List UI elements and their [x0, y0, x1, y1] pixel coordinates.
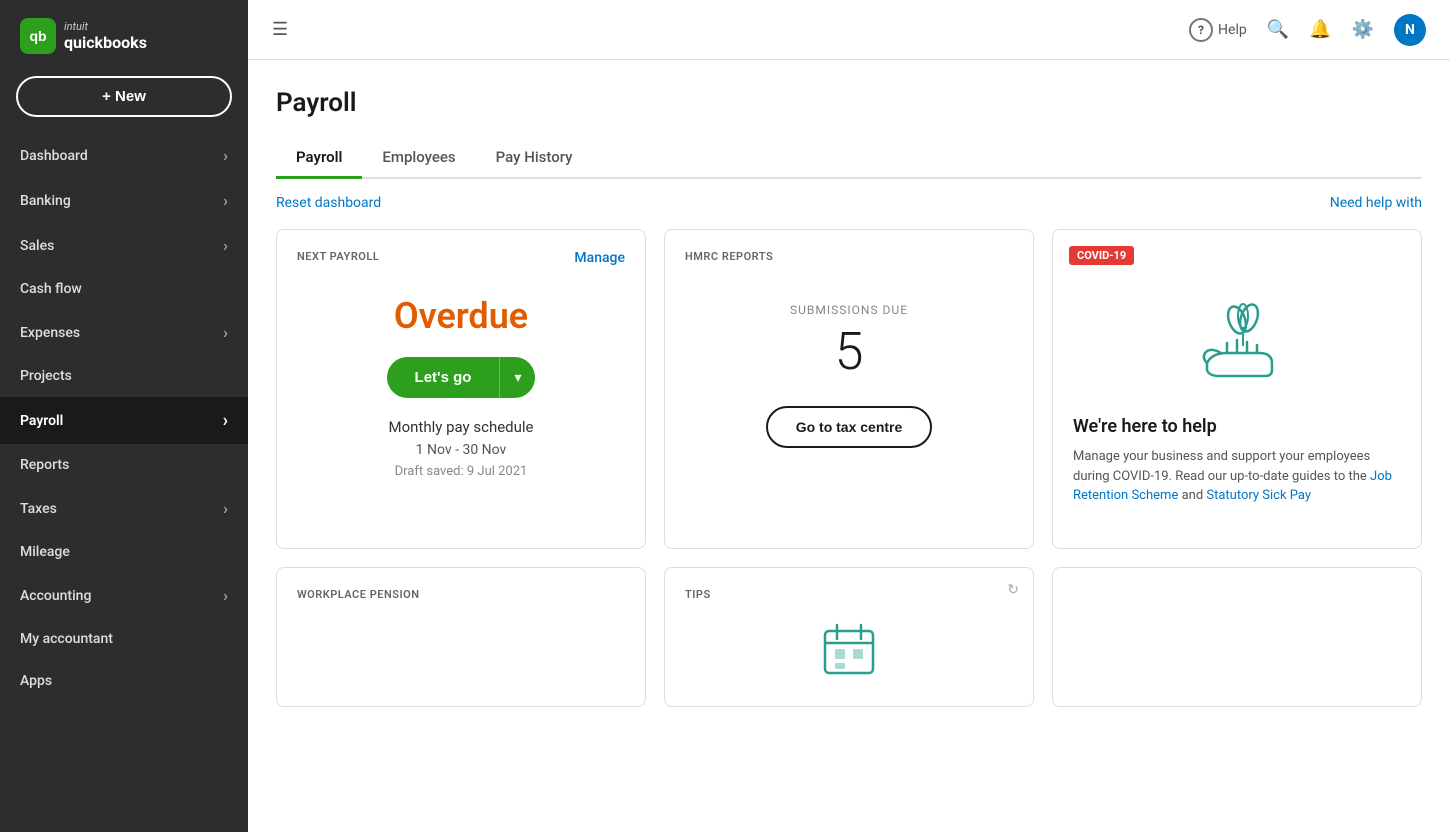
- cards-grid: NEXT PAYROLL Manage Overdue Let's go ▾ M…: [276, 229, 1422, 549]
- sidebar-item-taxes[interactable]: Taxes ›: [0, 486, 248, 531]
- covid-card: COVID-19: [1052, 229, 1422, 549]
- sidebar-item-label-accounting: Accounting: [20, 588, 91, 604]
- chevron-icon-payroll: ›: [223, 410, 228, 431]
- nav-items: Dashboard › Banking › Sales › Cash flow Expense…: [0, 133, 248, 702]
- pay-schedule-label: Monthly pay schedule: [297, 418, 625, 436]
- chevron-icon-taxes: ›: [223, 499, 228, 518]
- logo: qb intuit quickbooks: [0, 0, 248, 68]
- sidebar-item-accounting[interactable]: Accounting ›: [0, 573, 248, 618]
- sidebar-item-label-payroll: Payroll: [20, 413, 63, 429]
- manage-link[interactable]: Manage: [574, 250, 625, 266]
- next-payroll-card: NEXT PAYROLL Manage Overdue Let's go ▾ M…: [276, 229, 646, 549]
- sidebar-item-cashflow[interactable]: Cash flow: [0, 268, 248, 310]
- sidebar-item-payroll[interactable]: Payroll ›: [0, 397, 248, 444]
- covid-badge: COVID-19: [1069, 246, 1134, 265]
- sidebar-item-label-mileage: Mileage: [20, 544, 70, 560]
- help-button[interactable]: ? Help: [1189, 18, 1247, 42]
- new-button[interactable]: + New: [16, 76, 232, 117]
- hamburger-menu[interactable]: ☰: [272, 19, 288, 40]
- need-help-link[interactable]: Need help with: [1330, 195, 1422, 211]
- covid-title: We're here to help: [1073, 416, 1401, 437]
- sidebar-item-banking[interactable]: Banking ›: [0, 178, 248, 223]
- sidebar-item-label-my-accountant: My accountant: [20, 631, 113, 647]
- covid-body-text: Manage your business and support your em…: [1073, 449, 1370, 484]
- sidebar-item-expenses[interactable]: Expenses ›: [0, 310, 248, 355]
- letsgo-row: Let's go ▾: [297, 357, 625, 398]
- search-icon[interactable]: 🔍: [1267, 19, 1289, 40]
- user-avatar[interactable]: N: [1394, 14, 1426, 46]
- submissions-count: 5: [685, 321, 1013, 382]
- sidebar-item-label-taxes: Taxes: [20, 501, 57, 517]
- top-header: ☰ ? Help 🔍 🔔 ⚙️ N: [248, 0, 1450, 60]
- chevron-icon-dashboard: ›: [223, 146, 228, 165]
- quickbooks-text: quickbooks: [64, 33, 147, 52]
- intuit-text: intuit: [64, 20, 147, 33]
- submissions-label: SUBMISSIONS DUE: [685, 303, 1013, 317]
- hmrc-reports-card: HMRC REPORTS SUBMISSIONS DUE 5 Go to tax…: [664, 229, 1034, 549]
- page-toolbar: Reset dashboard Need help with: [276, 195, 1422, 211]
- sidebar-item-label-reports: Reports: [20, 457, 69, 473]
- sidebar-item-label-banking: Banking: [20, 193, 71, 209]
- covid-and-text: and: [1182, 488, 1207, 503]
- help-label: Help: [1218, 22, 1247, 38]
- tips-label: TIPS: [685, 588, 1013, 601]
- sidebar-item-label-cashflow: Cash flow: [20, 281, 82, 297]
- hmrc-reports-label: HMRC REPORTS: [685, 250, 1013, 263]
- bottom-cards-grid: WORKPLACE PENSION TIPS ↻: [276, 567, 1422, 707]
- settings-icon[interactable]: ⚙️: [1352, 19, 1374, 40]
- main-content: ☰ ? Help 🔍 🔔 ⚙️ N Payroll Payroll Employ…: [248, 0, 1450, 832]
- tabs-row: Payroll Employees Pay History: [276, 138, 1422, 179]
- overdue-status: Overdue: [297, 295, 625, 337]
- sidebar-item-reports[interactable]: Reports: [0, 444, 248, 486]
- sidebar-item-mileage[interactable]: Mileage: [0, 531, 248, 573]
- tips-card: TIPS ↻: [664, 567, 1034, 707]
- refresh-icon[interactable]: ↻: [1007, 582, 1019, 598]
- covid-body: Manage your business and support your em…: [1073, 447, 1401, 506]
- chevron-icon-sales: ›: [223, 236, 228, 255]
- sidebar-item-label-expenses: Expenses: [20, 325, 80, 341]
- tab-pay-history[interactable]: Pay History: [476, 138, 593, 179]
- svg-text:qb: qb: [29, 28, 46, 44]
- page-title: Payroll: [276, 88, 1422, 118]
- covid-illustration: [1073, 298, 1401, 398]
- sidebar-item-apps[interactable]: Apps: [0, 660, 248, 702]
- draft-saved: Draft saved: 9 Jul 2021: [297, 464, 625, 479]
- page-content: Payroll Payroll Employees Pay History Re…: [248, 60, 1450, 832]
- sidebar-item-dashboard[interactable]: Dashboard ›: [0, 133, 248, 178]
- bottom-card-empty: [1052, 567, 1422, 707]
- letsgo-dropdown[interactable]: ▾: [499, 357, 535, 398]
- quickbooks-logo-icon: qb: [20, 18, 56, 54]
- chevron-icon-accounting: ›: [223, 586, 228, 605]
- workplace-pension-label: WORKPLACE PENSION: [297, 588, 625, 601]
- sidebar-item-projects[interactable]: Projects: [0, 355, 248, 397]
- tips-calendar-icon: [685, 621, 1013, 677]
- chevron-icon-banking: ›: [223, 191, 228, 210]
- workplace-pension-card: WORKPLACE PENSION: [276, 567, 646, 707]
- sidebar-item-label-sales: Sales: [20, 238, 54, 254]
- statutory-sick-pay-link[interactable]: Statutory Sick Pay: [1206, 488, 1311, 503]
- chevron-icon-expenses: ›: [223, 323, 228, 342]
- letsgo-button[interactable]: Let's go: [387, 357, 500, 398]
- reset-dashboard-link[interactable]: Reset dashboard: [276, 195, 381, 211]
- sidebar-item-sales[interactable]: Sales ›: [0, 223, 248, 268]
- tab-employees[interactable]: Employees: [362, 138, 475, 179]
- sidebar-item-label-apps: Apps: [20, 673, 52, 689]
- go-tax-centre-button[interactable]: Go to tax centre: [766, 406, 933, 448]
- sidebar-item-my-accountant[interactable]: My accountant: [0, 618, 248, 660]
- tab-payroll[interactable]: Payroll: [276, 138, 362, 179]
- help-icon: ?: [1189, 18, 1213, 42]
- pay-dates: 1 Nov - 30 Nov: [297, 442, 625, 458]
- brand-name: intuit quickbooks: [64, 20, 147, 52]
- sidebar-item-label-dashboard: Dashboard: [20, 148, 88, 164]
- sidebar: qb intuit quickbooks + New Dashboard›Ban…: [0, 0, 248, 832]
- sidebar-item-label-projects: Projects: [20, 368, 72, 384]
- notifications-icon[interactable]: 🔔: [1309, 19, 1331, 40]
